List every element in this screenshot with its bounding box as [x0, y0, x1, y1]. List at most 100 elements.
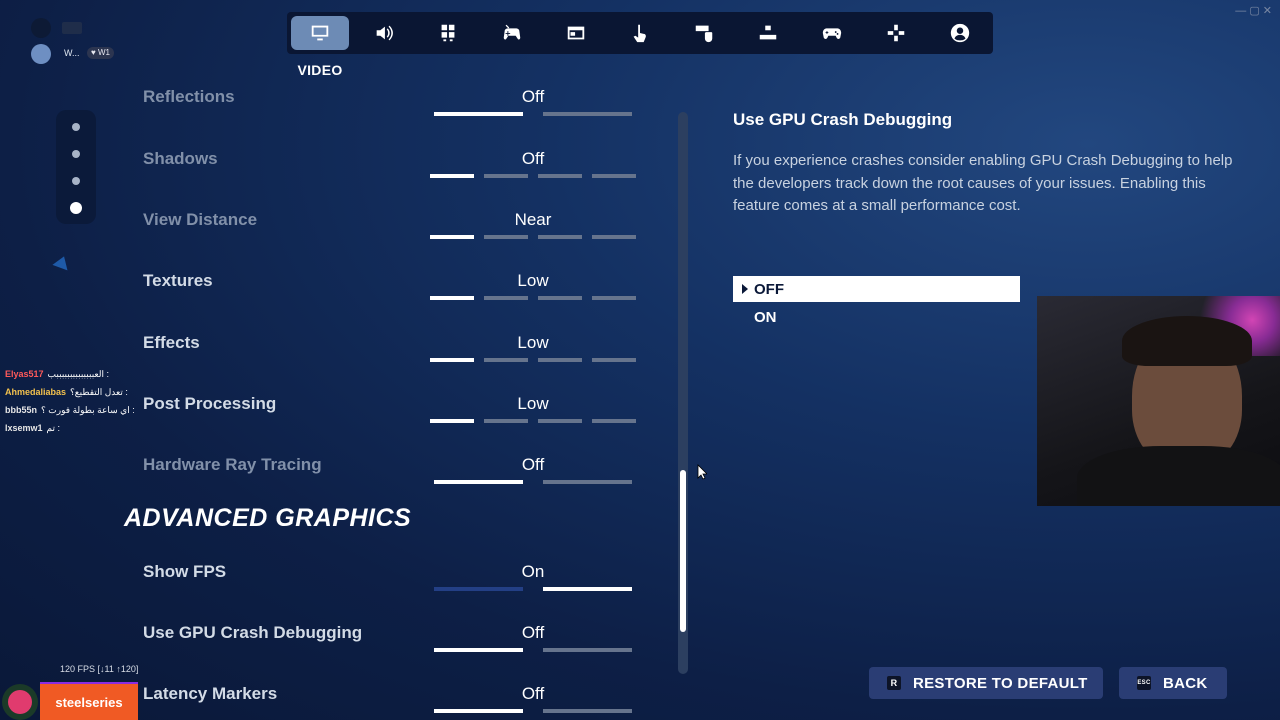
level-segment — [430, 296, 474, 300]
level-segment — [430, 358, 474, 362]
decor-triangle — [52, 253, 72, 271]
setting-label[interactable]: Effects — [143, 333, 200, 353]
restore-default-label: RESTORE TO DEFAULT — [913, 674, 1088, 692]
streamer-shirt — [1077, 446, 1280, 506]
level-segment — [538, 419, 582, 423]
profile-name: W... — [64, 48, 80, 58]
tab-controls[interactable] — [739, 16, 797, 50]
level-segment — [484, 174, 528, 178]
key-esc-icon: ESC — [1137, 676, 1151, 690]
setting-value[interactable]: Off — [430, 149, 636, 169]
tab-controller-touch[interactable] — [483, 16, 541, 50]
restore-default-button[interactable]: R RESTORE TO DEFAULT — [869, 667, 1103, 699]
accessibility-icon — [441, 24, 455, 42]
level-segment — [543, 648, 632, 652]
chat-text: تم : — [46, 423, 61, 433]
setting-label[interactable]: Hardware Ray Tracing — [143, 455, 322, 475]
tab-gamepad[interactable] — [803, 16, 861, 50]
page-dot[interactable] — [72, 123, 80, 131]
setting-label[interactable]: View Distance — [143, 210, 257, 230]
setting-label[interactable]: Shadows — [143, 149, 218, 169]
setting-label[interactable]: Textures — [143, 271, 213, 291]
description-title: Use GPU Crash Debugging — [733, 110, 953, 129]
setting-value[interactable]: Off — [430, 623, 636, 643]
level-segment — [484, 296, 528, 300]
setting-label[interactable]: Latency Markers — [143, 684, 277, 704]
channel-logo-icon — [2, 684, 38, 720]
controls-hierarchy-icon — [759, 25, 777, 40]
setting-label[interactable]: Post Processing — [143, 394, 276, 414]
key-r-icon: R — [887, 676, 901, 690]
page-dot[interactable] — [72, 177, 80, 185]
page-dot[interactable] — [72, 150, 80, 158]
level-segment — [434, 587, 523, 591]
back-label: BACK — [1163, 674, 1208, 692]
level-segment — [430, 235, 474, 239]
account-icon — [950, 23, 970, 43]
webcam-overlay — [1037, 296, 1280, 506]
setting-value[interactable]: Low — [430, 271, 636, 291]
level-segment — [538, 174, 582, 178]
profile-badge: ♥ W1 — [87, 47, 114, 59]
sponsor-logo: steelseries — [40, 684, 138, 720]
level-segment — [592, 235, 636, 239]
active-tab-label: VIDEO — [297, 62, 343, 78]
level-segment — [592, 296, 636, 300]
stream-chip-icon — [62, 22, 82, 34]
tab-dpad[interactable] — [867, 16, 925, 50]
level-segment — [543, 480, 632, 484]
chat-username: bbb55n — [5, 405, 38, 415]
level-segment — [484, 235, 528, 239]
touch-icon — [633, 24, 646, 43]
chat-message: Ahmedaliabas تعدل التقطيع؟ : — [5, 387, 128, 398]
chat-username: lxsemw1 — [5, 423, 43, 433]
scrollbar-thumb[interactable] — [680, 470, 686, 632]
description-body: If you experience crashes consider enabl… — [733, 152, 1233, 214]
brain-logo-icon — [8, 690, 32, 714]
page-dot-active[interactable] — [70, 202, 82, 214]
setting-value[interactable]: Off — [430, 87, 636, 107]
level-segment — [434, 709, 523, 713]
setting-value[interactable]: Off — [430, 455, 636, 475]
setting-label[interactable]: Use GPU Crash Debugging — [143, 623, 362, 643]
page-indicator — [56, 110, 96, 224]
game-ui-icon — [567, 26, 585, 40]
tab-touch[interactable] — [611, 16, 669, 50]
profile-avatar — [31, 44, 51, 64]
setting-value[interactable]: On — [430, 562, 636, 582]
tab-audio[interactable] — [355, 16, 413, 50]
option-on[interactable]: ON — [733, 304, 1020, 330]
setting-label[interactable]: Show FPS — [143, 562, 226, 582]
level-segment — [592, 358, 636, 362]
level-segment — [538, 235, 582, 239]
fps-counter: 120 FPS [↓11 ↑120] — [60, 664, 139, 674]
section-title-advanced-graphics: ADVANCED GRAPHICS — [124, 504, 412, 532]
level-segment — [538, 358, 582, 362]
setting-value[interactable]: Near — [430, 210, 636, 230]
tab-account[interactable] — [931, 16, 989, 50]
tab-game-ui[interactable] — [547, 16, 605, 50]
chat-text: اي ساعة بطولة فورت ؟ : — [41, 405, 135, 415]
chat-username: Ahmedaliabas — [5, 387, 67, 397]
streamer-hair — [1122, 316, 1252, 366]
level-segment — [484, 358, 528, 362]
setting-value[interactable]: Off — [430, 684, 636, 704]
level-segment — [543, 709, 632, 713]
setting-label[interactable]: Reflections — [143, 87, 235, 107]
selected-arrow-icon — [742, 284, 748, 294]
back-button[interactable]: ESC BACK — [1119, 667, 1227, 699]
tab-keyboard-mouse[interactable] — [675, 16, 733, 50]
mouse-cursor-icon — [697, 464, 707, 480]
tab-video[interactable] — [291, 16, 349, 50]
level-segment — [434, 648, 523, 652]
tab-accessibility[interactable] — [419, 16, 477, 50]
setting-value[interactable]: Low — [430, 333, 636, 353]
chat-text: العببببببببببببببب : — [47, 369, 110, 379]
level-segment — [592, 419, 636, 423]
level-segment — [484, 419, 528, 423]
category-tab-bar — [287, 12, 993, 54]
setting-value[interactable]: Low — [430, 394, 636, 414]
window-controls[interactable]: — ▢ ✕ — [1235, 4, 1272, 17]
option-off[interactable]: OFF — [733, 276, 1020, 302]
chat-username: Elyas517 — [5, 369, 44, 379]
